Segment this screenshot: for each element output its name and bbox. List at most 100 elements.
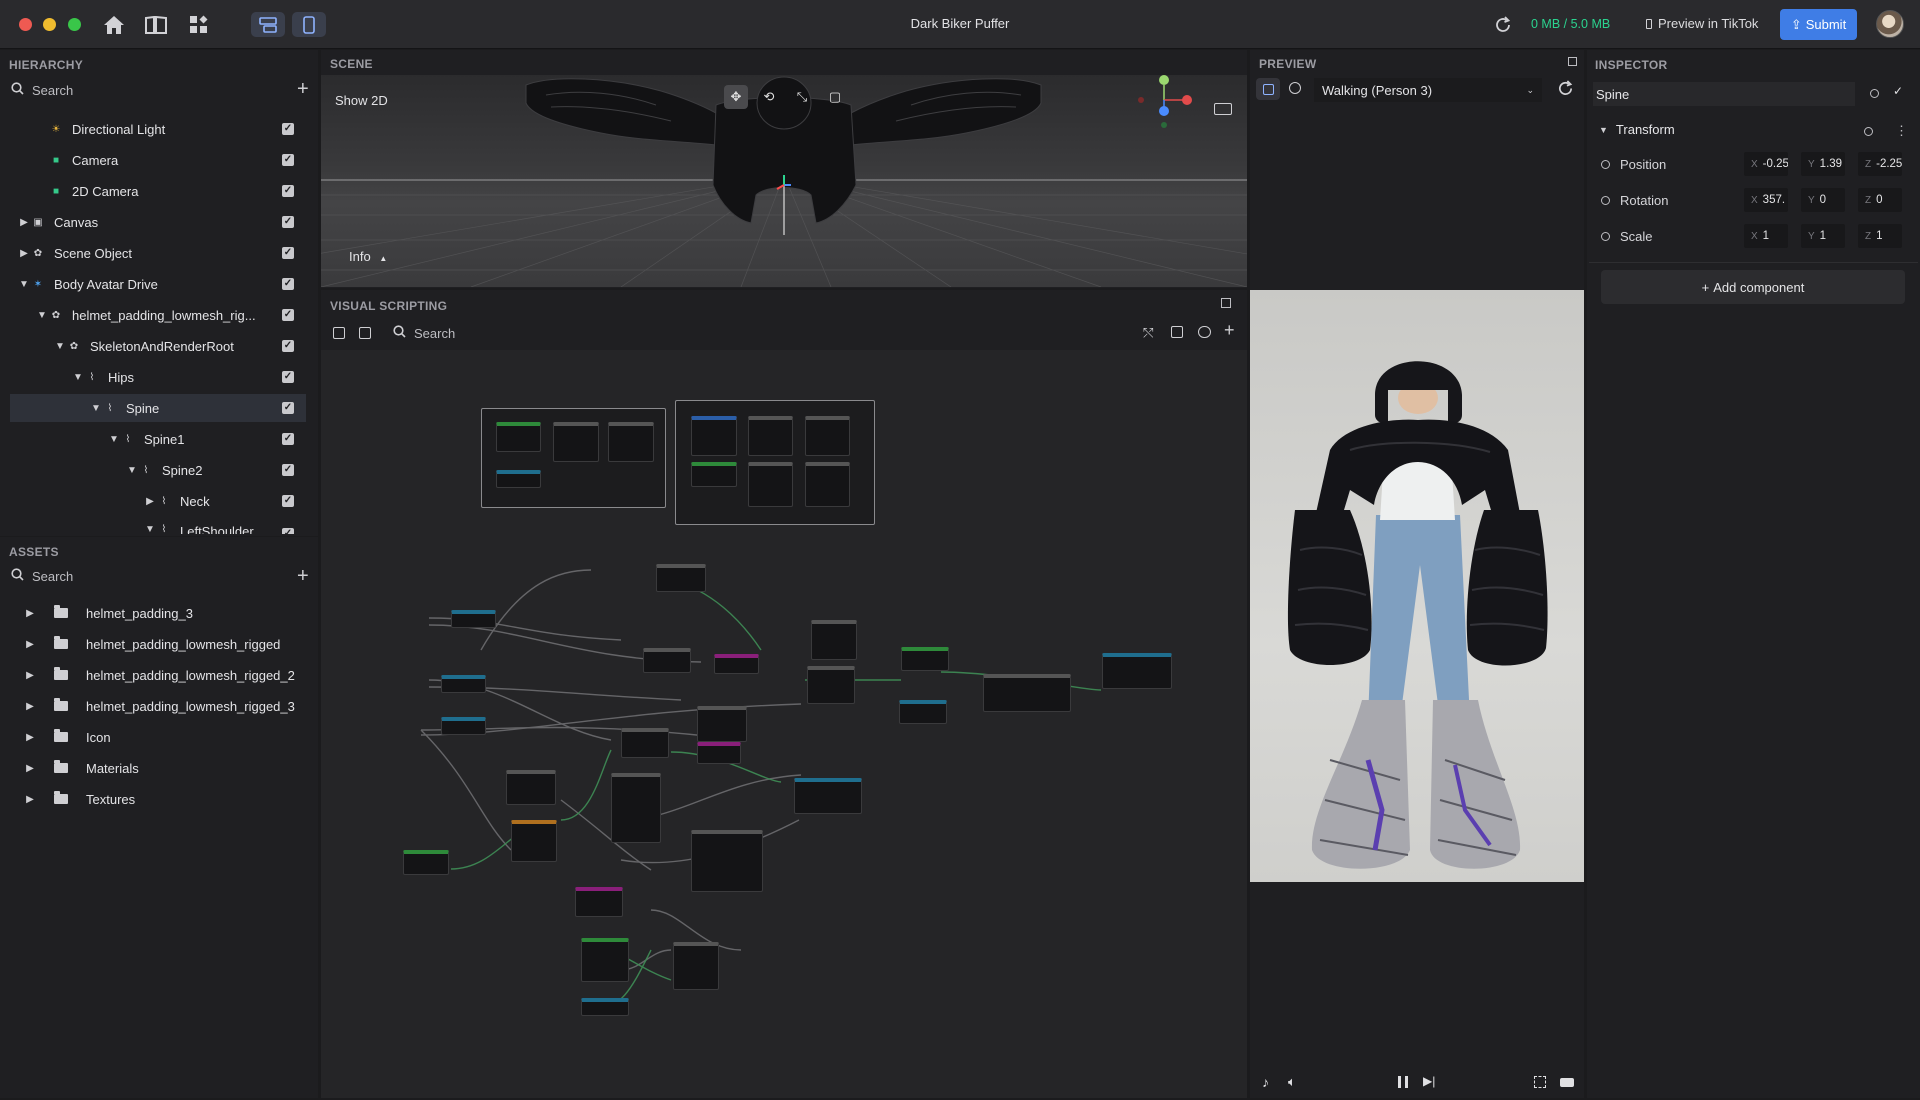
popout-icon[interactable] bbox=[1568, 57, 1577, 66]
submit-button[interactable]: ⇪ Submit bbox=[1780, 9, 1857, 40]
scene-info-toggle[interactable]: Info ▲ bbox=[349, 249, 387, 264]
node[interactable] bbox=[611, 773, 661, 843]
asset-folder-item[interactable]: ▶ helmet_padding_lowmesh_rigged_2 bbox=[10, 661, 306, 689]
expand-arrow-icon[interactable]: ▶ bbox=[18, 217, 30, 228]
node[interactable] bbox=[805, 416, 850, 456]
hierarchy-item[interactable]: ▶ ▣ Canvas ✓ bbox=[10, 208, 306, 236]
show-2d-toggle[interactable]: Show 2D bbox=[335, 93, 388, 108]
node[interactable] bbox=[748, 416, 793, 456]
asset-folder-item[interactable]: ▶ Materials bbox=[10, 754, 306, 782]
position-y-field[interactable]: Y 1.39 bbox=[1801, 152, 1845, 176]
tiktok-icon[interactable]: ♪ bbox=[1262, 1074, 1269, 1090]
node[interactable] bbox=[805, 462, 850, 507]
expand-arrow-icon[interactable]: ▼ bbox=[18, 279, 30, 290]
node[interactable] bbox=[748, 462, 793, 507]
scale-x-field[interactable]: X1 bbox=[1744, 224, 1788, 248]
node[interactable] bbox=[691, 830, 763, 892]
expand-arrow-icon[interactable]: ▶ bbox=[24, 701, 36, 712]
hierarchy-item[interactable]: ▼ ⌇ LeftShoulder ✓ bbox=[10, 518, 306, 534]
visibility-checkbox[interactable]: ✓ bbox=[282, 123, 294, 135]
hierarchy-item[interactable]: ▶ ⌇ Neck ✓ bbox=[10, 487, 306, 515]
widgets-icon[interactable] bbox=[186, 12, 212, 38]
node[interactable] bbox=[899, 700, 947, 724]
node[interactable] bbox=[656, 564, 706, 592]
keyframe-icon[interactable] bbox=[1601, 160, 1610, 169]
asset-folder-item[interactable]: ▶ Icon bbox=[10, 723, 306, 751]
asset-folder-item[interactable]: ▶ helmet_padding_3 bbox=[10, 599, 306, 627]
expand-arrow-icon[interactable]: ▶ bbox=[24, 732, 36, 743]
visibility-checkbox[interactable]: ✓ bbox=[282, 464, 294, 476]
user-avatar[interactable] bbox=[1876, 10, 1904, 38]
asset-folder-item[interactable]: ▶ helmet_padding_lowmesh_rigged_3 bbox=[10, 692, 306, 720]
hierarchy-item[interactable]: ☀ Directional Light ✓ bbox=[10, 115, 306, 143]
expand-arrow-icon[interactable]: ▶ bbox=[144, 496, 156, 507]
visibility-checkbox[interactable]: ✓ bbox=[282, 495, 294, 507]
scale-y-field[interactable]: Y1 bbox=[1801, 224, 1845, 248]
node[interactable] bbox=[1102, 653, 1172, 689]
object-name-field[interactable]: Spine bbox=[1593, 82, 1855, 106]
reload-preview-icon[interactable] bbox=[1557, 80, 1574, 100]
scene-camera-icon[interactable] bbox=[1214, 103, 1232, 115]
scene-viewport[interactable]: Show 2D Info ▲ ✥ ⟲ ⤡ ▢ bbox=[321, 75, 1247, 287]
graph-edit-icon[interactable] bbox=[359, 327, 371, 339]
node[interactable] bbox=[441, 717, 486, 735]
node[interactable] bbox=[714, 654, 759, 674]
comment-icon[interactable] bbox=[1198, 326, 1211, 338]
hierarchy-item[interactable]: ▼ ⌇ Spine2 ✓ bbox=[10, 456, 306, 484]
transform-header[interactable]: ▼ Transform bbox=[1599, 122, 1675, 137]
hierarchy-item[interactable]: ▼ ⌇ Spine1 ✓ bbox=[10, 425, 306, 453]
node[interactable] bbox=[496, 470, 541, 488]
expand-arrow-icon[interactable]: ▼ bbox=[126, 465, 138, 476]
visibility-icon[interactable] bbox=[1870, 89, 1879, 98]
expand-arrow-icon[interactable]: ▶ bbox=[24, 670, 36, 681]
node[interactable] bbox=[403, 850, 449, 875]
rotation-x-field[interactable]: X 357. bbox=[1744, 188, 1788, 212]
node-graph-canvas[interactable] bbox=[321, 350, 1247, 1098]
visual-scripting-search-input[interactable]: Search bbox=[414, 326, 455, 341]
home-icon[interactable] bbox=[101, 12, 127, 38]
hierarchy-item[interactable]: ▼ ✿ helmet_padding_lowmesh_rig... ✓ bbox=[10, 301, 306, 329]
step-forward-button[interactable]: ▶︎| bbox=[1423, 1074, 1435, 1088]
expand-arrow-icon[interactable]: ▶ bbox=[24, 639, 36, 650]
node[interactable] bbox=[811, 620, 857, 660]
expand-arrow-icon[interactable]: ▼ bbox=[108, 434, 120, 445]
node[interactable] bbox=[794, 778, 862, 814]
rotation-z-field[interactable]: Z0 bbox=[1858, 188, 1902, 212]
node[interactable] bbox=[621, 728, 669, 758]
node[interactable] bbox=[581, 998, 629, 1016]
expand-arrow-icon[interactable]: ▶ bbox=[24, 608, 36, 619]
animation-select[interactable]: Walking (Person 3) ⌄ bbox=[1314, 78, 1542, 102]
pause-button[interactable] bbox=[1398, 1076, 1408, 1088]
add-component-button[interactable]: + Add component bbox=[1601, 270, 1905, 304]
position-x-field[interactable]: X -0.25 bbox=[1744, 152, 1788, 176]
layout-toggle-button[interactable] bbox=[251, 12, 285, 37]
node[interactable] bbox=[983, 674, 1071, 712]
node[interactable] bbox=[581, 938, 629, 982]
minimize-window-button[interactable] bbox=[43, 18, 56, 31]
visibility-checkbox[interactable]: ✓ bbox=[282, 216, 294, 228]
node[interactable] bbox=[807, 666, 855, 704]
node[interactable] bbox=[506, 770, 556, 805]
record-icon[interactable] bbox=[1560, 1078, 1574, 1087]
expand-arrow-icon[interactable]: ▼ bbox=[144, 524, 156, 534]
assets-search-input[interactable]: Search bbox=[32, 569, 73, 584]
visibility-checkbox[interactable]: ✓ bbox=[282, 247, 294, 259]
expand-arrow-icon[interactable]: ▼ bbox=[54, 341, 66, 352]
scale-z-field[interactable]: Z1 bbox=[1858, 224, 1902, 248]
visibility-checkbox[interactable]: ✓ bbox=[282, 185, 294, 197]
maximize-window-button[interactable] bbox=[68, 18, 81, 31]
node[interactable] bbox=[643, 648, 691, 673]
node[interactable] bbox=[608, 422, 654, 462]
asset-folder-item[interactable]: ▶ helmet_padding_lowmesh_rigged bbox=[10, 630, 306, 658]
connect-icon[interactable]: ⤲ bbox=[1143, 325, 1153, 341]
volume-icon[interactable]: 🔈︎ bbox=[1288, 1074, 1296, 1090]
visibility-checkbox[interactable]: ✓ bbox=[282, 528, 294, 534]
node[interactable] bbox=[496, 422, 541, 452]
expand-arrow-icon[interactable]: ▶ bbox=[18, 248, 30, 259]
visibility-checkbox[interactable]: ✓ bbox=[282, 402, 294, 414]
node[interactable] bbox=[575, 887, 623, 917]
node[interactable] bbox=[511, 820, 557, 862]
hierarchy-search[interactable]: Search bbox=[11, 82, 73, 98]
scale-tool-button[interactable]: ⤡ bbox=[790, 85, 814, 109]
position-z-field[interactable]: Z -2.25 bbox=[1858, 152, 1902, 176]
